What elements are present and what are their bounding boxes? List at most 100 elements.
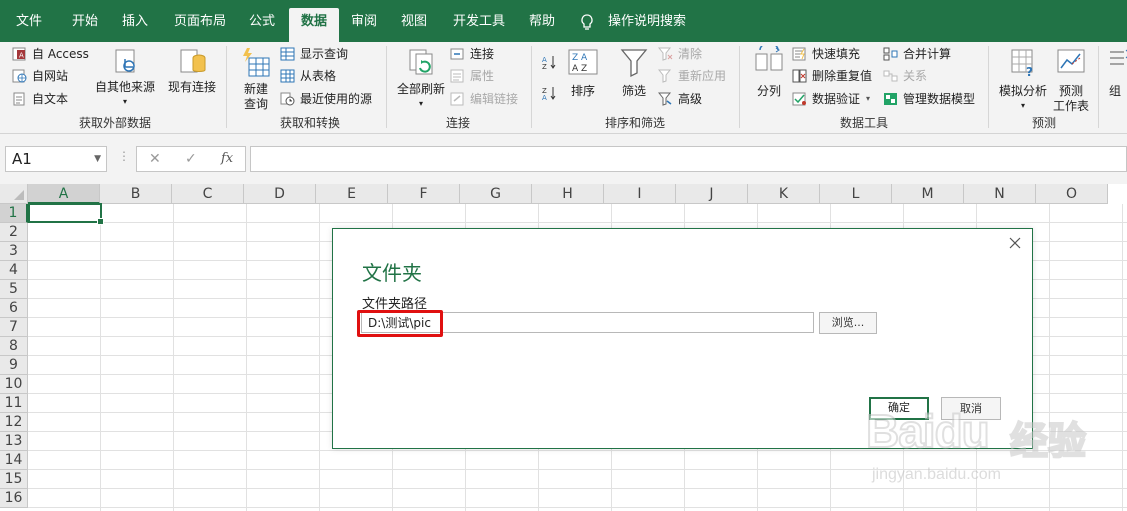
column-header-n[interactable]: N <box>964 184 1036 204</box>
from-other-sources-button[interactable]: 自其他来源 ▾ <box>92 46 158 110</box>
recent-sources-button[interactable]: 最近使用的源 <box>280 89 372 109</box>
reapply-button[interactable]: 重新应用 <box>658 66 726 86</box>
row-header-2[interactable]: 2 <box>0 223 28 242</box>
group-outline-button[interactable]: 组 <box>1106 46 1127 112</box>
insert-function-icon[interactable]: fx <box>221 151 233 166</box>
row-header-16[interactable]: 16 <box>0 489 28 508</box>
tell-me-label: 操作说明搜索 <box>608 14 687 29</box>
from-text-button[interactable]: 自文本 <box>12 89 68 109</box>
existing-connections-button[interactable]: 现有连接 <box>164 46 220 110</box>
column-header-e[interactable]: E <box>316 184 388 204</box>
row-header-11[interactable]: 11 <box>0 394 28 413</box>
row-header-5[interactable]: 5 <box>0 280 28 299</box>
clear-filter-icon <box>658 47 673 61</box>
row-header-8[interactable]: 8 <box>0 337 28 356</box>
lightbulb-icon <box>581 14 593 30</box>
column-header-c[interactable]: C <box>172 184 244 204</box>
row-header-9[interactable]: 9 <box>0 356 28 375</box>
tab-home[interactable]: 开始 <box>60 8 110 42</box>
select-all-corner[interactable] <box>0 184 28 204</box>
active-cell-a1[interactable] <box>28 203 104 225</box>
refresh-icon <box>409 49 433 75</box>
name-box[interactable]: A1 ▼ <box>5 146 107 172</box>
forecast-sheet-label-2: 工作表 <box>1052 99 1089 113</box>
sort-descending-button[interactable]: ZA <box>542 83 558 103</box>
sort-button[interactable]: Z AA Z 排序 <box>564 46 602 112</box>
flash-fill-button[interactable]: 快速填充 <box>792 44 860 64</box>
close-icon[interactable] <box>1007 235 1023 251</box>
connections-button[interactable]: 连接 <box>450 44 494 64</box>
what-if-analysis-button[interactable]: ? 模拟分析 ▾ <box>996 46 1050 112</box>
column-header-k[interactable]: K <box>748 184 820 204</box>
from-access-button[interactable]: A 自 Access <box>12 44 89 64</box>
table-icon <box>280 47 295 61</box>
data-validation-dropdown[interactable]: ▾ <box>866 89 870 109</box>
consolidate-button[interactable]: 合并计算 <box>883 44 951 64</box>
relationships-button[interactable]: 关系 <box>883 66 927 86</box>
show-queries-button[interactable]: 显示查询 <box>280 44 348 64</box>
formula-bar-grip[interactable]: ⋮ <box>118 149 130 163</box>
tab-view[interactable]: 视图 <box>392 8 436 42</box>
remove-duplicates-button[interactable]: 删除重复值 <box>792 66 872 86</box>
group-label-connections: 连接 <box>445 116 470 130</box>
row-header-3[interactable]: 3 <box>0 242 28 261</box>
manage-data-model-label: 管理数据模型 <box>903 92 976 106</box>
from-access-label: 自 Access <box>32 47 89 61</box>
clear-button[interactable]: 清除 <box>658 44 702 64</box>
formula-input[interactable] <box>250 146 1127 172</box>
refresh-all-button[interactable]: 全部刷新 ▾ <box>392 46 450 112</box>
row-header-4[interactable]: 4 <box>0 261 28 280</box>
row-header-1[interactable]: 1 <box>0 204 28 223</box>
edit-links-button[interactable]: 编辑链接 <box>450 89 518 109</box>
row-header-7[interactable]: 7 <box>0 318 28 337</box>
column-header-o[interactable]: O <box>1036 184 1108 204</box>
row-header-6[interactable]: 6 <box>0 299 28 318</box>
browse-button[interactable]: 浏览... <box>819 312 877 334</box>
row-header-14[interactable]: 14 <box>0 451 28 470</box>
from-web-button[interactable]: 自网站 <box>12 66 68 86</box>
tab-developer[interactable]: 开发工具 <box>444 8 514 42</box>
column-header-m[interactable]: M <box>892 184 964 204</box>
sort-ascending-button[interactable]: AZ <box>542 52 558 72</box>
column-header-b[interactable]: B <box>100 184 172 204</box>
tab-insert[interactable]: 插入 <box>112 8 158 42</box>
column-header-d[interactable]: D <box>244 184 316 204</box>
forecast-sheet-button[interactable]: 预测 工作表 <box>1050 46 1092 113</box>
tab-file[interactable]: 文件 <box>6 8 52 42</box>
filter-button[interactable]: 筛选 <box>612 46 656 112</box>
other-sources-icon <box>115 49 135 73</box>
watermark-brand: Baidu <box>865 404 991 458</box>
column-header-h[interactable]: H <box>532 184 604 204</box>
row-header-12[interactable]: 12 <box>0 413 28 432</box>
column-header-f[interactable]: F <box>388 184 460 204</box>
column-header-a[interactable]: A <box>28 184 100 204</box>
column-header-j[interactable]: J <box>676 184 748 204</box>
row-header-15[interactable]: 15 <box>0 470 28 489</box>
from-table-button[interactable]: 从表格 <box>280 66 336 86</box>
column-header-i[interactable]: I <box>604 184 676 204</box>
data-validation-button[interactable]: 数据验证 <box>792 89 860 109</box>
text-to-columns-button[interactable]: 分列 <box>748 46 790 112</box>
column-header-l[interactable]: L <box>820 184 892 204</box>
tab-review[interactable]: 审阅 <box>342 8 386 42</box>
new-query-button[interactable]: 新建 查询 <box>234 46 278 112</box>
advanced-filter-button[interactable]: 高级 <box>658 89 702 109</box>
group-divider <box>739 46 740 128</box>
edit-links-icon <box>450 92 464 106</box>
row-header-10[interactable]: 10 <box>0 375 28 394</box>
properties-button[interactable]: 属性 <box>450 66 494 86</box>
sort-ascending-icon: AZ <box>542 56 556 69</box>
row-header-13[interactable]: 13 <box>0 432 28 451</box>
chevron-down-icon[interactable]: ▼ <box>94 147 101 171</box>
data-model-icon <box>884 93 897 105</box>
tab-formulas[interactable]: 公式 <box>240 8 284 42</box>
tab-data[interactable]: 数据 <box>289 8 339 42</box>
tab-page-layout[interactable]: 页面布局 <box>164 8 236 42</box>
tab-help[interactable]: 帮助 <box>520 8 564 42</box>
column-header-g[interactable]: G <box>460 184 532 204</box>
confirm-entry-icon[interactable]: ✓ <box>185 151 197 167</box>
watermark-brand-cn: 经验 <box>1009 418 1087 464</box>
highlight-box <box>357 310 443 337</box>
cancel-entry-icon[interactable]: ✕ <box>149 151 161 167</box>
manage-data-model-button[interactable]: 管理数据模型 <box>883 89 975 109</box>
